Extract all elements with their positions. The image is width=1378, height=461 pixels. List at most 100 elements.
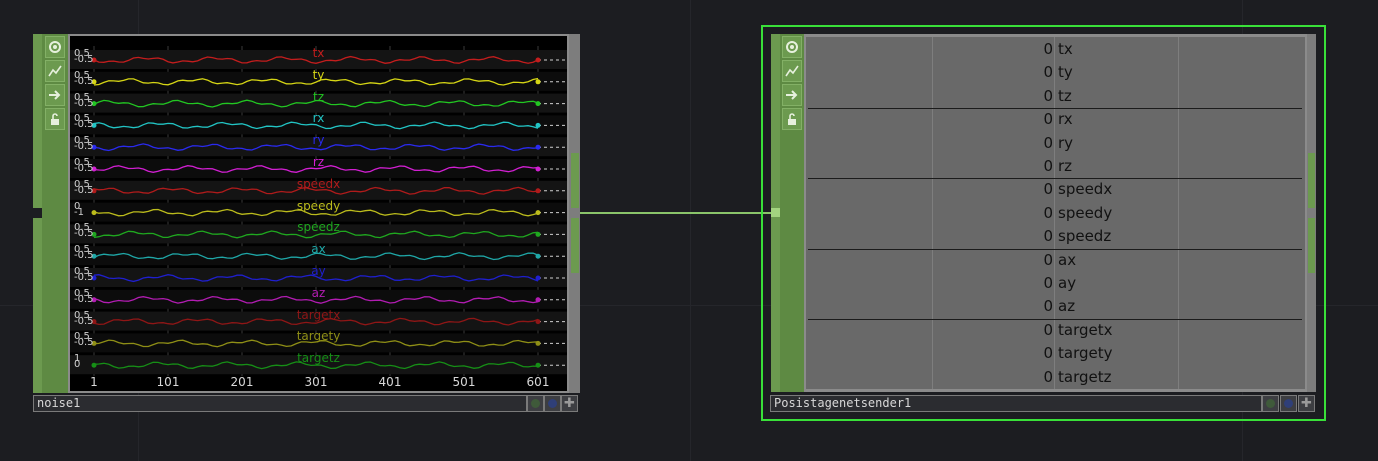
channel-name-rx: rx xyxy=(312,111,325,126)
output-strip xyxy=(569,34,580,393)
node-flag-column xyxy=(42,34,68,393)
channel-name: ry xyxy=(1058,133,1074,152)
channel-value: 0 xyxy=(1043,157,1053,175)
table-row: 0 ay xyxy=(806,272,1305,295)
add-icon[interactable]: ✚ xyxy=(1298,395,1315,412)
output-connector[interactable] xyxy=(571,153,579,208)
channel-value: 0 xyxy=(1043,344,1053,363)
input-strip xyxy=(33,34,42,208)
channel-name: targety xyxy=(1058,344,1113,363)
channel-range: 0.5 -0.5 xyxy=(74,222,94,240)
channel-name-targetx: targetx xyxy=(296,307,341,322)
x-tick-label: 401 xyxy=(378,375,402,389)
channel-range: 0.5 -0.5 xyxy=(74,113,94,131)
channel-value: 0 xyxy=(1043,86,1053,105)
display-flag-button[interactable] xyxy=(527,395,544,412)
table-row: 0 ax xyxy=(806,249,1305,272)
output-connector[interactable] xyxy=(1308,153,1315,208)
channel-value: 0 xyxy=(1043,274,1053,292)
channel-name-ax: ax xyxy=(311,242,326,257)
node-name[interactable]: Posistagenetsender1 xyxy=(770,395,1262,412)
bypass-icon[interactable] xyxy=(782,60,802,82)
channel-range: 0.5 -0.5 xyxy=(74,157,94,174)
render-flag-button[interactable] xyxy=(544,395,561,412)
channel-range: 0.5 -0.5 xyxy=(74,244,94,262)
table-row: 0 speedz xyxy=(806,225,1305,248)
channel-value: 0 xyxy=(1043,110,1053,129)
display-flag-button[interactable] xyxy=(1262,395,1279,412)
channel-name: tx xyxy=(1058,40,1073,58)
channel-name-tz: tz xyxy=(312,89,324,104)
channel-name-tx: tx xyxy=(312,46,325,60)
channel-range: 1 0 xyxy=(74,353,81,371)
channel-range: 0 -1 xyxy=(74,200,84,218)
node-flag-column xyxy=(780,34,804,392)
channel-name-targetz: targetz xyxy=(297,351,340,366)
table-row: 0 targety xyxy=(806,342,1305,365)
x-tick-label: 1 xyxy=(90,375,98,389)
table-row: 0 speedx xyxy=(806,178,1305,201)
channel-name-rz: rz xyxy=(312,155,325,169)
output-connector[interactable] xyxy=(571,218,579,273)
table-row: 0 speedy xyxy=(806,202,1305,225)
channel-range: 0.5 -0.5 xyxy=(74,69,94,87)
viewer-active-icon[interactable] xyxy=(45,36,65,58)
channel-name: targetz xyxy=(1058,367,1112,386)
channel-range: 0.5 -0.5 xyxy=(74,266,94,283)
table-row: 0 ty xyxy=(806,61,1305,84)
table-row: 0 tx xyxy=(806,38,1305,61)
channel-value: 0 xyxy=(1043,250,1053,269)
x-tick-label: 301 xyxy=(304,375,328,389)
channel-value: 0 xyxy=(1043,367,1053,386)
channel-name: rz xyxy=(1058,157,1073,175)
channel-name-ty: ty xyxy=(312,67,325,82)
table-row: 0 az xyxy=(806,295,1305,318)
posistagenetsender1-viewer[interactable]: 0 tx 0 ty 0 tz 0 rx 0 ry 0 rz 0 speedx 0 speedy 0 speedz 0… xyxy=(806,37,1305,389)
x-tick-label: 601 xyxy=(526,375,550,389)
channel-range: 0.5 -0.5 xyxy=(74,91,94,109)
channel-value: 0 xyxy=(1043,63,1053,82)
cook-icon[interactable] xyxy=(782,84,802,106)
input-connector[interactable] xyxy=(771,208,780,217)
channel-name: ax xyxy=(1058,250,1077,269)
table-row: 0 rx xyxy=(806,108,1305,131)
x-tick-label: 501 xyxy=(452,375,476,389)
channel-range: 0.5 -0.5 xyxy=(74,287,94,305)
bypass-icon[interactable] xyxy=(45,60,65,82)
channel-range: 0.5 -0.5 xyxy=(74,135,94,153)
channel-name: speedy xyxy=(1058,203,1113,222)
lock-icon[interactable] xyxy=(45,108,65,130)
node-name[interactable]: noise1 xyxy=(33,395,527,412)
channel-name-ry: ry xyxy=(312,133,325,148)
channel-name: az xyxy=(1058,297,1076,316)
cook-icon[interactable] xyxy=(45,84,65,106)
input-strip xyxy=(33,218,42,393)
channel-value: 0 xyxy=(1043,320,1053,339)
table-row: 0 tz xyxy=(806,85,1305,108)
channel-name-ay: ay xyxy=(311,264,326,278)
connection-wire[interactable] xyxy=(580,212,772,214)
table-row: 0 ry xyxy=(806,132,1305,155)
channel-name: tz xyxy=(1058,86,1072,105)
channel-name-speedy: speedy xyxy=(296,198,341,213)
add-icon[interactable]: ✚ xyxy=(561,395,578,412)
x-tick-label: 201 xyxy=(230,375,254,389)
network-grid-line xyxy=(690,0,691,461)
output-strip xyxy=(1307,34,1316,392)
channel-value: 0 xyxy=(1043,133,1053,152)
channel-value: 0 xyxy=(1043,180,1053,199)
x-tick-label: 101 xyxy=(156,375,180,389)
channel-name-speedx: speedx xyxy=(296,176,341,191)
viewer-active-icon[interactable] xyxy=(782,36,802,58)
noise1-viewer[interactable]: 1 101 201 301 401 501 601 tx 0.5 -0.5 ty 0.5 -0.5 t… xyxy=(70,36,567,391)
channel-name: ty xyxy=(1058,63,1073,82)
render-flag-button[interactable] xyxy=(1280,395,1297,412)
channel-range: 0.5 -0.5 xyxy=(74,331,94,349)
channel-name-az: az xyxy=(311,285,326,300)
channel-name: ay xyxy=(1058,274,1077,292)
channel-name: rx xyxy=(1058,110,1073,129)
output-connector[interactable] xyxy=(1308,218,1315,273)
channel-range: 0.5 -0.5 xyxy=(74,178,94,196)
channel-name: targetx xyxy=(1058,320,1113,339)
lock-icon[interactable] xyxy=(782,108,802,130)
